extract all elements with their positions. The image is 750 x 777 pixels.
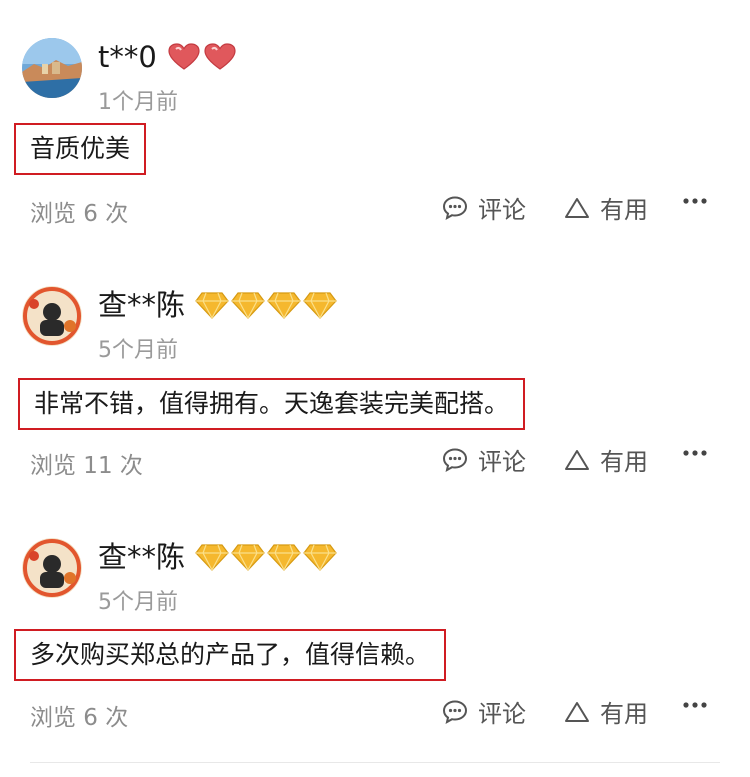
- avatar[interactable]: [22, 286, 82, 346]
- review-footer: 浏览 11 次 评论 有用: [30, 440, 720, 480]
- more-button[interactable]: [682, 700, 718, 710]
- divider: [30, 762, 720, 763]
- diamond-badge-icon: [303, 544, 337, 571]
- diamond-badge-icon: [303, 292, 337, 319]
- level-badges: [195, 542, 337, 572]
- more-dots-icon: [683, 702, 707, 708]
- level-badges: [195, 290, 337, 320]
- post-time: 5个月前: [98, 338, 178, 363]
- comment-label: 评论: [478, 700, 526, 728]
- comment-label: 评论: [478, 448, 526, 476]
- username-text: 查**陈: [98, 540, 186, 574]
- useful-label: 有用: [600, 448, 648, 476]
- useful-button[interactable]: 有用: [564, 694, 648, 729]
- avatar[interactable]: [22, 538, 82, 598]
- diamond-badge-icon: [267, 292, 301, 319]
- triangle-icon: [565, 197, 589, 218]
- view-count: 浏览 6 次: [30, 201, 129, 227]
- review-content: 非常不错，值得拥有。天逸套装完美配搭。: [18, 378, 526, 430]
- more-dots-icon: [683, 450, 707, 456]
- username-text: t**0: [98, 40, 157, 74]
- diamond-badge-icon: [231, 544, 265, 571]
- useful-label: 有用: [600, 196, 648, 224]
- view-count: 浏览 11 次: [30, 453, 143, 479]
- comment-icon: [442, 447, 468, 472]
- review-footer: 浏览 6 次 评论 有用: [30, 692, 720, 732]
- diamond-badge-icon: [267, 544, 301, 571]
- comment-icon: [442, 699, 468, 724]
- useful-label: 有用: [600, 700, 648, 728]
- more-button[interactable]: [682, 196, 718, 206]
- triangle-icon: [565, 701, 589, 722]
- level-badges: [167, 42, 237, 72]
- post-time: 1个月前: [98, 90, 178, 115]
- post-time: 5个月前: [98, 590, 178, 615]
- comment-label: 评论: [478, 196, 526, 224]
- useful-button[interactable]: 有用: [564, 190, 648, 225]
- view-count: 浏览 6 次: [30, 705, 129, 731]
- review-content: 多次购买郑总的产品了，值得信赖。: [14, 629, 447, 681]
- avatar[interactable]: [22, 38, 82, 98]
- more-button[interactable]: [682, 448, 718, 458]
- comment-button[interactable]: 评论: [442, 190, 526, 225]
- username[interactable]: t**0: [98, 40, 237, 74]
- comment-button[interactable]: 评论: [442, 442, 526, 477]
- triangle-icon: [565, 449, 589, 470]
- diamond-badge-icon: [195, 544, 229, 571]
- more-dots-icon: [683, 198, 707, 204]
- username-text: 查**陈: [98, 288, 186, 322]
- review-footer: 浏览 6 次 评论 有用: [30, 188, 720, 228]
- useful-button[interactable]: 有用: [564, 442, 648, 477]
- heart-badge-icon: [204, 43, 236, 70]
- comment-icon: [442, 195, 468, 220]
- username[interactable]: 查**陈: [98, 288, 337, 322]
- comment-button[interactable]: 评论: [442, 694, 526, 729]
- review-content: 音质优美: [14, 123, 147, 175]
- diamond-badge-icon: [231, 292, 265, 319]
- heart-badge-icon: [168, 43, 200, 70]
- diamond-badge-icon: [195, 292, 229, 319]
- username[interactable]: 查**陈: [98, 540, 337, 574]
